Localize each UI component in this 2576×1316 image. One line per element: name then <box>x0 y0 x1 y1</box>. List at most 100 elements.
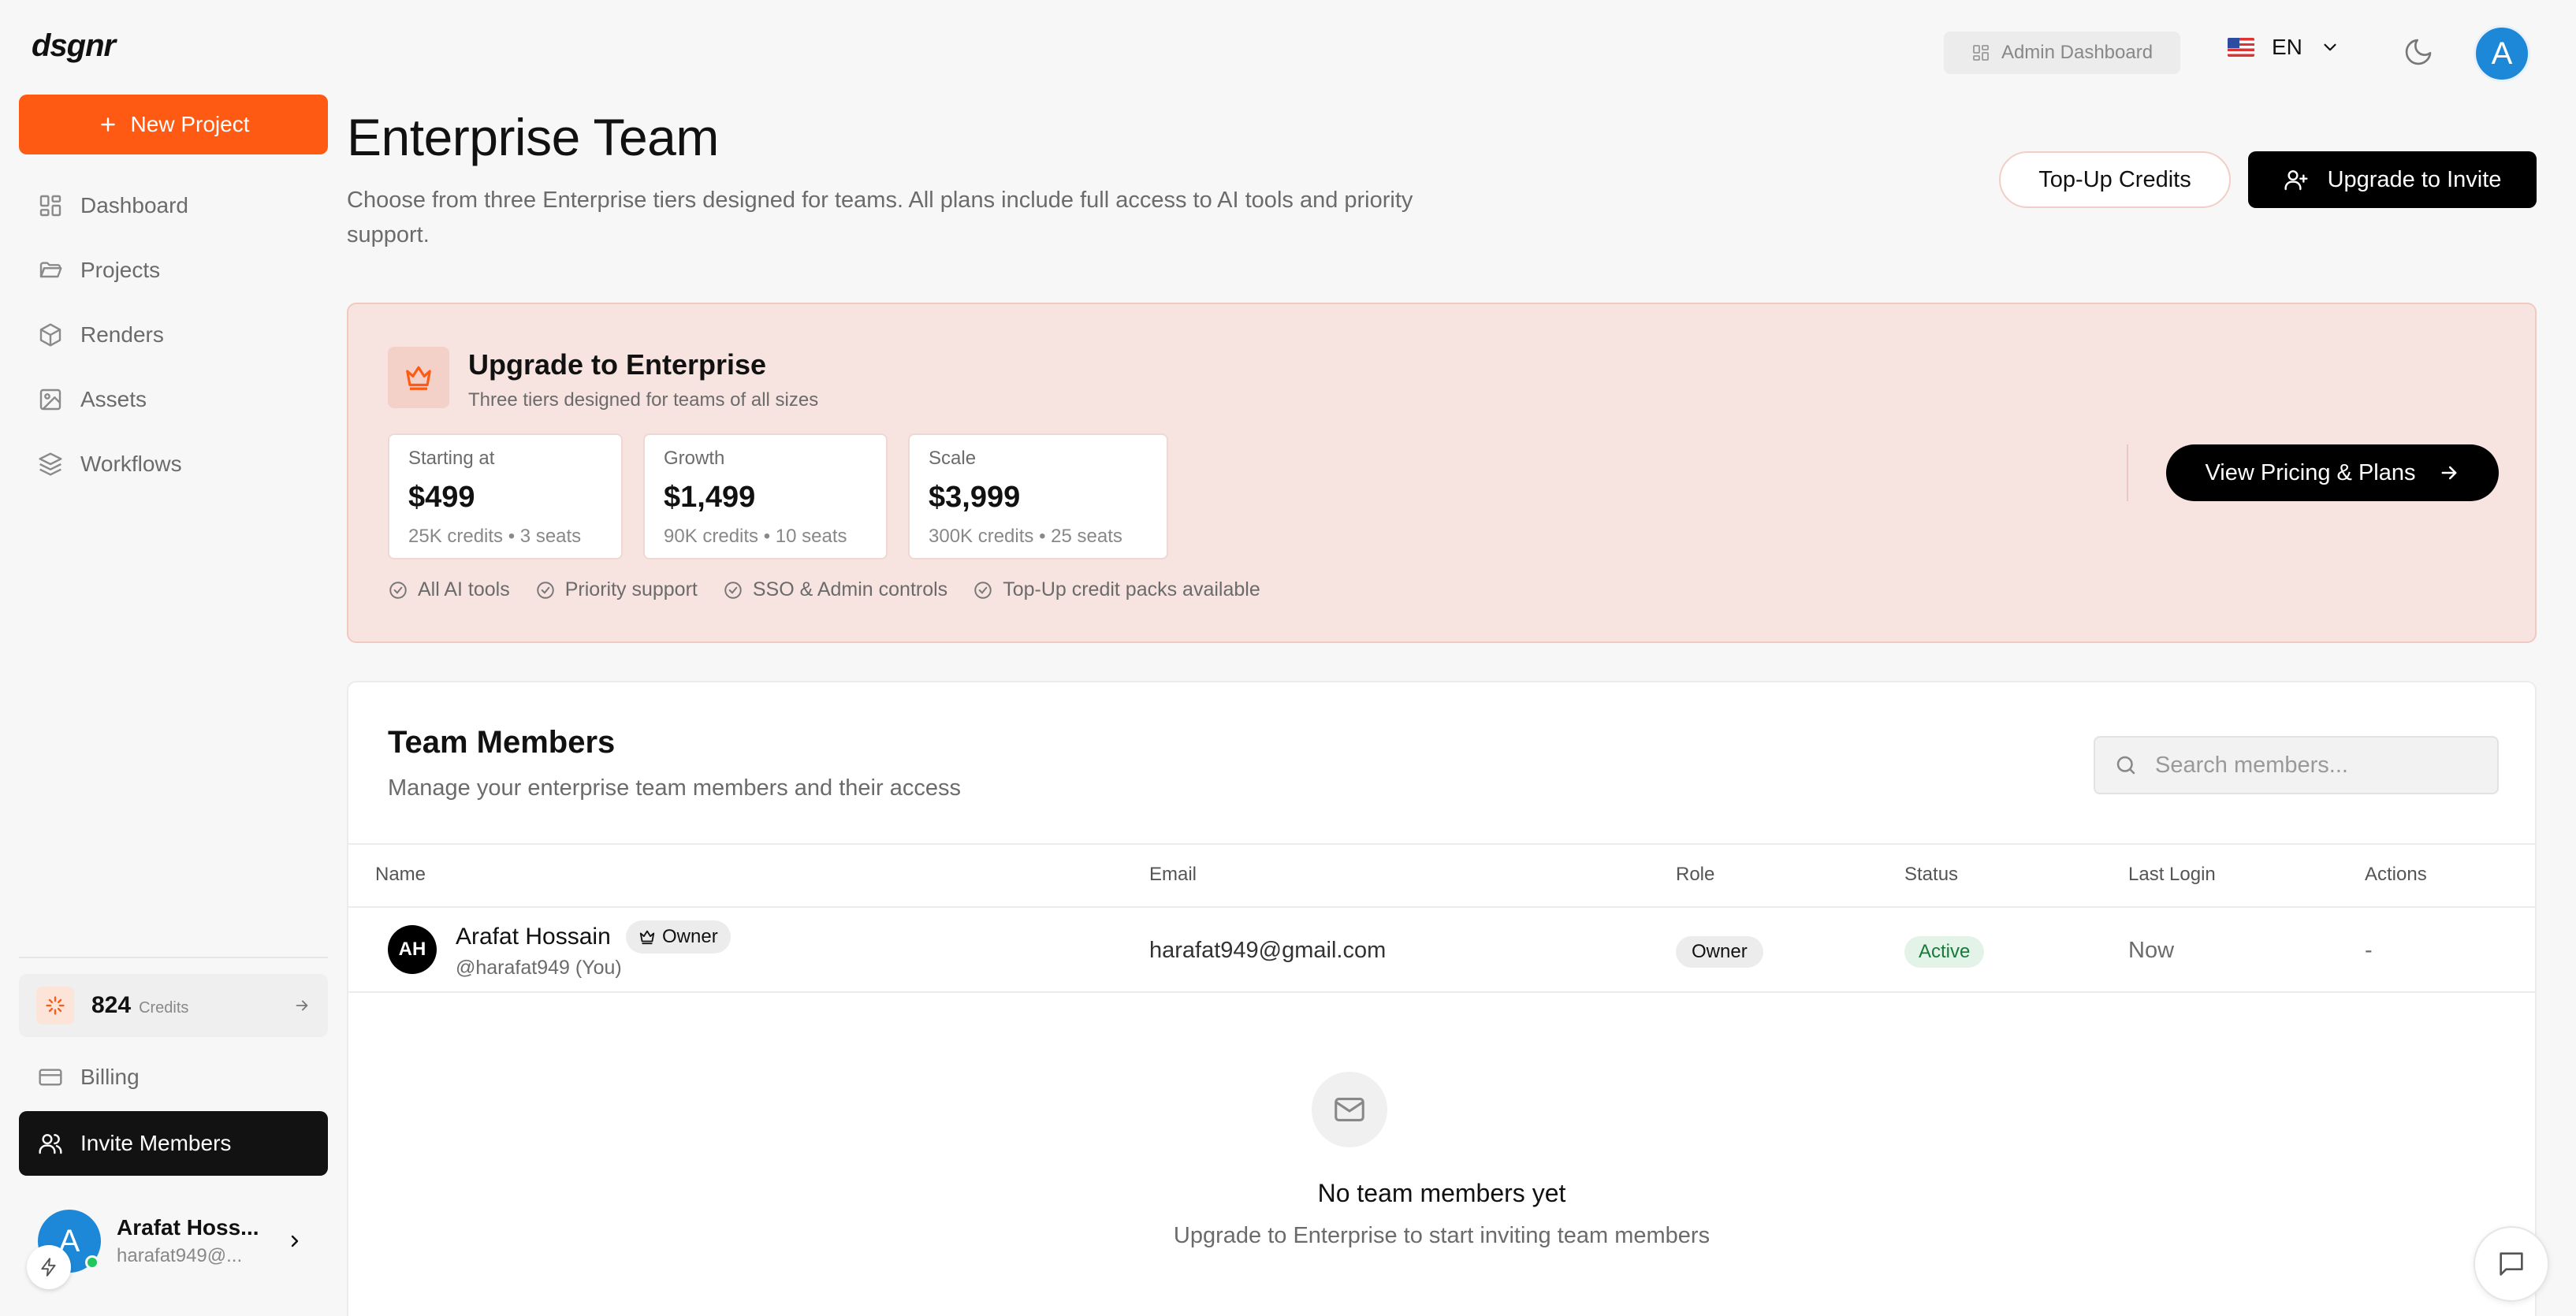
cube-icon <box>39 323 61 347</box>
sidebar-item-label: Projects <box>80 258 161 282</box>
tier-label: Starting at <box>408 448 495 469</box>
new-project-label: New Project <box>130 112 250 136</box>
panel-title: Team Members <box>388 725 616 760</box>
search-icon <box>2116 756 2135 775</box>
feature-label: Top-Up credit packs available <box>1003 578 1260 600</box>
banner-subtitle: Three tiers designed for teams of all si… <box>468 389 819 411</box>
status-badge: Active <box>1904 936 1985 968</box>
users-icon <box>39 1134 62 1154</box>
sidebar: dsgnr New Project Dashboard Projects Ren… <box>0 0 339 1316</box>
sidebar-item-label: Renders <box>80 322 164 347</box>
view-pricing-button[interactable]: View Pricing & Plans <box>2166 444 2499 501</box>
check-circle-icon <box>537 581 554 599</box>
sidebar-item-billing[interactable]: Billing <box>19 1045 328 1110</box>
chat-button[interactable] <box>2474 1226 2549 1302</box>
credits-label: Credits <box>139 999 189 1017</box>
feature-item: Top-Up credit packs available <box>973 578 1260 601</box>
top-up-credits-label: Top-Up Credits <box>2038 166 2191 192</box>
feature-label: All AI tools <box>418 578 510 600</box>
message-square-icon <box>2500 1252 2523 1276</box>
sidebar-item-renders[interactable]: Renders <box>19 303 328 367</box>
member-email: harafat949@gmail.com <box>1149 938 1387 963</box>
column-header-status: Status <box>1904 864 1959 885</box>
chevron-right-icon <box>291 1235 299 1247</box>
sidebar-item-dashboard[interactable]: Dashboard <box>19 173 328 238</box>
user-email: harafat949@... <box>117 1245 243 1266</box>
admin-dashboard-label: Admin Dashboard <box>2001 42 2153 63</box>
tier-label: Scale <box>929 448 977 469</box>
check-circle-icon <box>724 581 742 599</box>
tier-price: $499 <box>408 481 475 514</box>
last-login: Now <box>2128 938 2175 963</box>
column-header-email: Email <box>1149 864 1197 885</box>
table-header: Name Email Role Status Last Login Action… <box>348 843 2535 908</box>
sidebar-item-workflows[interactable]: Workflows <box>19 432 328 496</box>
layers-icon <box>39 452 62 476</box>
check-circle-icon <box>389 581 407 599</box>
us-flag-icon <box>2228 38 2254 57</box>
folder-icon <box>39 262 62 278</box>
sidebar-divider <box>19 957 328 958</box>
empty-state-title: No team members yet <box>1317 1179 1566 1207</box>
column-header-last-login: Last Login <box>2128 864 2216 885</box>
upgrade-to-invite-label: Upgrade to Invite <box>2327 166 2502 192</box>
member-handle: @harafat949 (You) <box>456 957 622 979</box>
user-name: Arafat Hoss... <box>117 1215 259 1240</box>
page-title: Enterprise Team <box>347 108 719 166</box>
banner-divider <box>2127 444 2128 501</box>
tier-card-growth: Growth $1,499 90K credits • 10 seats <box>643 433 888 559</box>
sidebar-item-assets[interactable]: Assets <box>19 367 328 432</box>
lightning-icon[interactable] <box>27 1245 71 1289</box>
sidebar-billing: Billing <box>19 1045 328 1110</box>
search-input[interactable] <box>2155 752 2486 779</box>
app-logo[interactable]: dsgnr <box>32 28 116 64</box>
feature-item: SSO & Admin controls <box>723 578 947 601</box>
credits-value: 824 <box>91 992 132 1018</box>
upgrade-to-invite-button[interactable]: Upgrade to Invite <box>2248 151 2537 208</box>
credits-widget[interactable]: 824 Credits <box>19 974 328 1037</box>
top-up-credits-button[interactable]: Top-Up Credits <box>1999 151 2231 208</box>
sidebar-item-projects[interactable]: Projects <box>19 238 328 303</box>
feature-label: SSO & Admin controls <box>752 578 948 600</box>
crown-icon <box>639 930 655 945</box>
user-plus-icon <box>2284 170 2308 191</box>
language-selector[interactable]: EN <box>2228 35 2340 60</box>
feature-item: Priority support <box>535 578 698 601</box>
tier-card-scale: Scale $3,999 300K credits • 25 seats <box>908 433 1168 559</box>
sidebar-item-label: Workflows <box>80 452 182 476</box>
new-project-button[interactable]: New Project <box>19 95 328 154</box>
view-pricing-label: View Pricing & Plans <box>2205 459 2416 485</box>
plus-icon <box>100 117 115 132</box>
moon-icon <box>2405 39 2432 65</box>
image-icon <box>39 388 61 411</box>
feature-list: All AI tools Priority support SSO & Admi… <box>388 578 1260 601</box>
grid-icon <box>39 195 61 217</box>
team-members-panel: Team Members Manage your enterprise team… <box>347 681 2537 1316</box>
user-avatar-button[interactable]: A <box>2474 25 2530 82</box>
feature-label: Priority support <box>564 578 698 600</box>
column-header-actions: Actions <box>2365 864 2427 885</box>
avatar-initial: A <box>2491 35 2513 71</box>
search-box <box>2094 736 2499 794</box>
crown-icon <box>388 347 449 408</box>
tier-label: Growth <box>664 448 725 469</box>
tier-price: $3,999 <box>929 481 1021 514</box>
column-header-name: Name <box>375 864 426 885</box>
check-circle-icon <box>974 581 992 599</box>
theme-toggle-button[interactable] <box>2403 36 2434 68</box>
feature-item: All AI tools <box>388 578 510 601</box>
banner-title: Upgrade to Enterprise <box>468 348 767 381</box>
grid-icon <box>1973 45 1989 61</box>
tier-detail: 90K credits • 10 seats <box>664 526 847 547</box>
column-header-role: Role <box>1676 864 1715 885</box>
sidebar-item-label: Billing <box>80 1065 140 1089</box>
owner-badge: Owner <box>626 920 731 954</box>
sparkle-icon <box>36 987 74 1024</box>
member-name: Arafat Hossain <box>456 924 611 950</box>
table-row: AH Arafat Hossain Owner @harafat949 (You… <box>348 908 2535 993</box>
sidebar-item-invite-members[interactable]: Invite Members <box>19 1111 328 1176</box>
admin-dashboard-button[interactable]: Admin Dashboard <box>1944 32 2180 74</box>
arrow-right-icon <box>296 1000 308 1011</box>
language-code: EN <box>2272 35 2302 59</box>
arrow-right-icon <box>2441 466 2456 480</box>
